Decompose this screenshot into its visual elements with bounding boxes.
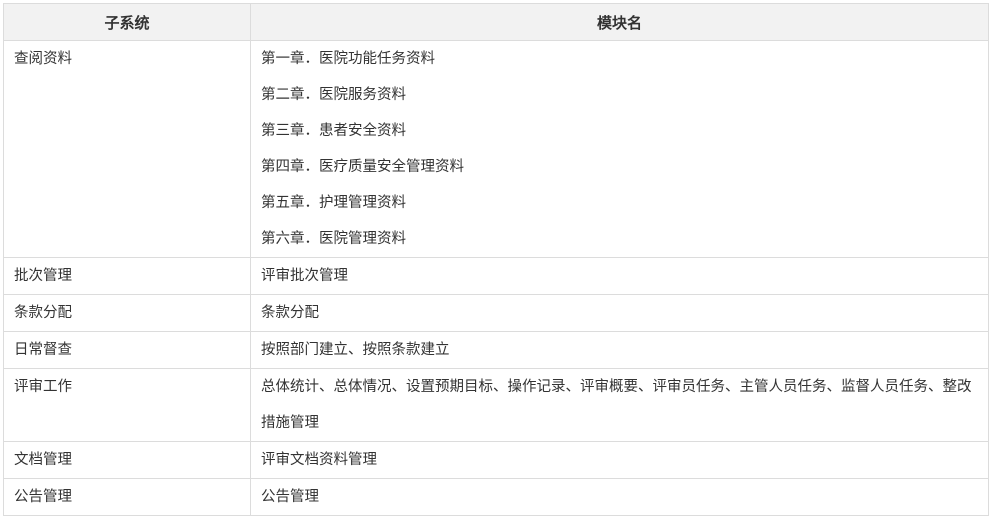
subsystem-cell: 评审工作 xyxy=(3,368,251,442)
header-subsystem: 子系统 xyxy=(3,3,251,41)
module-item: 第四章．医疗质量安全管理资料 xyxy=(261,159,464,175)
module-item: 第二章．医院服务资料 xyxy=(261,87,406,103)
table-row: 文档管理 评审文档资料管理 xyxy=(3,441,989,479)
table-row: 公告管理 公告管理 xyxy=(3,478,989,516)
module-item: 第三章．患者安全资料 xyxy=(261,123,406,139)
header-module-name: 模块名 xyxy=(250,3,989,41)
table-row: 评审工作 总体统计、总体情况、设置预期目标、操作记录、评审概要、评审员任务、主管… xyxy=(3,368,989,442)
module-item: 第六章．医院管理资料 xyxy=(261,231,406,247)
module-cell: 公告管理 xyxy=(250,478,989,516)
table-row: 查阅资料 第一章．医院功能任务资料 第二章．医院服务资料 第三章．患者安全资料 … xyxy=(3,40,989,258)
subsystem-cell: 文档管理 xyxy=(3,441,251,479)
table-row: 条款分配 条款分配 xyxy=(3,294,989,332)
table-row: 日常督查 按照部门建立、按照条款建立 xyxy=(3,331,989,369)
subsystem-module-table: 子系统 模块名 查阅资料 第一章．医院功能任务资料 第二章．医院服务资料 第三章… xyxy=(3,3,989,516)
subsystem-cell: 公告管理 xyxy=(3,478,251,516)
module-cell: 第一章．医院功能任务资料 第二章．医院服务资料 第三章．患者安全资料 第四章．医… xyxy=(250,40,989,258)
subsystem-cell: 日常督查 xyxy=(3,331,251,369)
module-item: 第一章．医院功能任务资料 xyxy=(261,51,435,67)
module-item: 第五章．护理管理资料 xyxy=(261,195,406,211)
module-cell: 按照部门建立、按照条款建立 xyxy=(250,331,989,369)
table-header-row: 子系统 模块名 xyxy=(3,3,989,41)
module-cell: 评审批次管理 xyxy=(250,257,989,295)
subsystem-cell: 批次管理 xyxy=(3,257,251,295)
module-cell: 总体统计、总体情况、设置预期目标、操作记录、评审概要、评审员任务、主管人员任务、… xyxy=(250,368,989,442)
module-cell: 条款分配 xyxy=(250,294,989,332)
subsystem-cell: 条款分配 xyxy=(3,294,251,332)
module-cell: 评审文档资料管理 xyxy=(250,441,989,479)
table-row: 批次管理 评审批次管理 xyxy=(3,257,989,295)
subsystem-cell: 查阅资料 xyxy=(3,40,251,258)
